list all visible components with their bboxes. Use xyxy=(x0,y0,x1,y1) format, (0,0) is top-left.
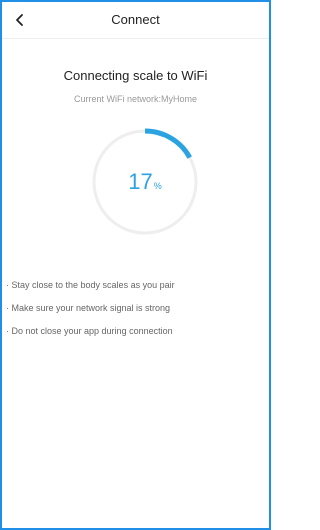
connecting-heading: Connecting scale to WiFi xyxy=(63,68,208,83)
screen: Connect Connecting scale to WiFi Current… xyxy=(0,0,271,530)
progress-readout: 17 % xyxy=(91,128,199,236)
tip-item: · Make sure your network signal is stron… xyxy=(6,303,171,313)
progress-value: 17 xyxy=(128,169,153,194)
page-title: Connect xyxy=(111,12,160,27)
progress-unit: % xyxy=(153,181,162,191)
tip-item: · Stay close to the body scales as you p… xyxy=(6,280,175,290)
tip-item: · Do not close your app during connectio… xyxy=(6,326,173,336)
pairing-tips: · Stay close to the body scales as you p… xyxy=(6,274,175,343)
wifi-network-label: Current WiFi network:MyHome xyxy=(73,94,198,104)
header-bar: Connect xyxy=(2,2,269,39)
